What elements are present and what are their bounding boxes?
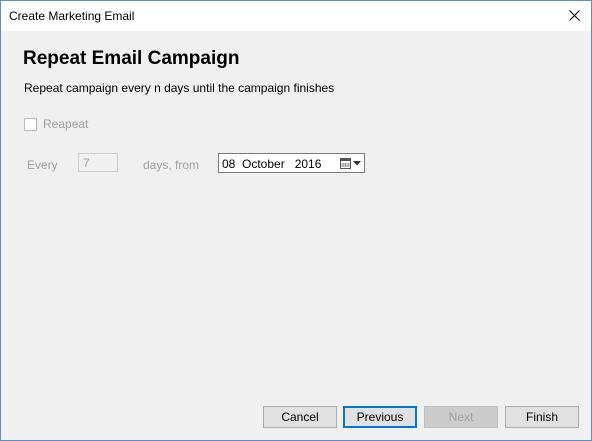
previous-button-label: Previous — [356, 410, 404, 424]
chevron-down-icon — [353, 161, 361, 166]
finish-button-label: Finish — [525, 410, 558, 424]
cancel-button[interactable]: Cancel — [263, 406, 337, 428]
date-dropdown-button[interactable] — [338, 155, 362, 171]
page-description: Repeat campaign every n days until the c… — [24, 81, 335, 95]
next-button-label: Next — [448, 410, 474, 424]
repeat-checkbox-label: Reapeat — [43, 117, 89, 131]
calendar-icon — [340, 158, 351, 169]
previous-button[interactable]: Previous — [343, 406, 417, 428]
start-date-picker[interactable]: 08 October 2016 — [218, 153, 365, 173]
cancel-button-label: Cancel — [281, 410, 319, 424]
dialog-window: Create Marketing Email Repeat Email Camp… — [0, 0, 592, 441]
close-button[interactable] — [557, 1, 591, 31]
title-bar: Create Marketing Email — [1, 1, 591, 31]
close-icon — [569, 10, 580, 21]
every-label: Every — [27, 158, 58, 172]
interval-days-input[interactable] — [78, 153, 118, 172]
finish-button[interactable]: Finish — [505, 406, 579, 428]
days-from-label: days, from — [143, 158, 200, 172]
start-date-value: 08 October 2016 — [222, 157, 322, 171]
window-title: Create Marketing Email — [9, 9, 135, 23]
next-button[interactable]: Next — [424, 406, 498, 428]
page-title: Repeat Email Campaign — [23, 48, 240, 69]
repeat-checkbox[interactable] — [24, 118, 37, 131]
